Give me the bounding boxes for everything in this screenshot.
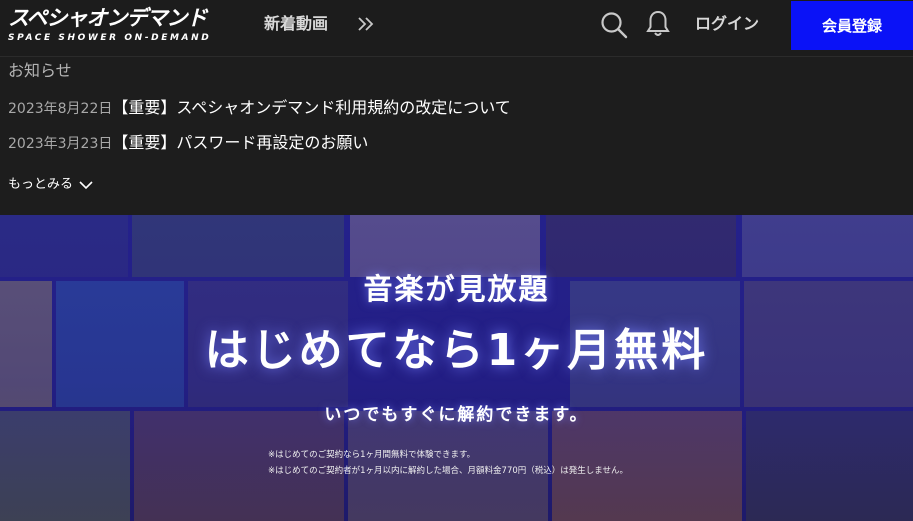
signup-button[interactable]: 会員登録 — [791, 1, 913, 50]
logo-wordmark: スペシャオンデマンド — [8, 6, 208, 30]
hero-note: ※はじめてのご契約なら1ヶ月間無料で体験できます。 — [268, 450, 476, 460]
notice-date: 2023年8月22日 — [8, 101, 113, 117]
notice-date: 2023年3月23日 — [8, 136, 113, 152]
hero-headline: 音楽が見放題 — [363, 272, 550, 306]
notice-item[interactable]: 2023年8月22日【重要】スペシャオンデマンド利用規約の改定について — [8, 97, 511, 119]
hero-main-copy: はじめてなら1ヶ月無料 — [204, 325, 709, 376]
more-notices-link[interactable]: もっとみる — [8, 176, 93, 194]
search-icon[interactable] — [599, 10, 629, 40]
hero-note: ※はじめてのご契約者が1ヶ月以内に解約した場合、月額料金770円（税込）は発生し… — [268, 466, 629, 476]
notices-section: お知らせ 2023年8月22日【重要】スペシャオンデマンド利用規約の改定について… — [0, 57, 913, 215]
nav-new-videos[interactable]: 新着動画 — [264, 12, 328, 36]
double-chevron-right-icon[interactable] — [356, 13, 376, 35]
more-notices-label: もっとみる — [8, 177, 74, 192]
notice-text[interactable]: 【重要】スペシャオンデマンド利用規約の改定について — [112, 98, 510, 117]
notice-item[interactable]: 2023年3月23日【重要】パスワード再設定のお願い — [8, 132, 368, 154]
hero-subcopy: いつでもすぐに解約できます。 — [324, 405, 589, 425]
notices-title: お知らせ — [8, 61, 72, 80]
login-link[interactable]: ログイン — [695, 12, 759, 36]
site-header: スペシャオンデマンド SPACE SHOWER ON-DEMAND 新着動画 ロ… — [0, 0, 913, 57]
hero-banner[interactable]: 音楽が見放題 はじめてなら1ヶ月無料 いつでもすぐに解約できます。 ※はじめての… — [0, 215, 913, 521]
chevron-down-icon — [79, 181, 93, 190]
site-logo[interactable]: スペシャオンデマンド SPACE SHOWER ON-DEMAND — [8, 4, 238, 50]
bell-icon[interactable] — [645, 9, 671, 39]
logo-subtitle: SPACE SHOWER ON-DEMAND — [8, 33, 212, 43]
notice-text[interactable]: 【重要】パスワード再設定のお願い — [112, 133, 368, 152]
